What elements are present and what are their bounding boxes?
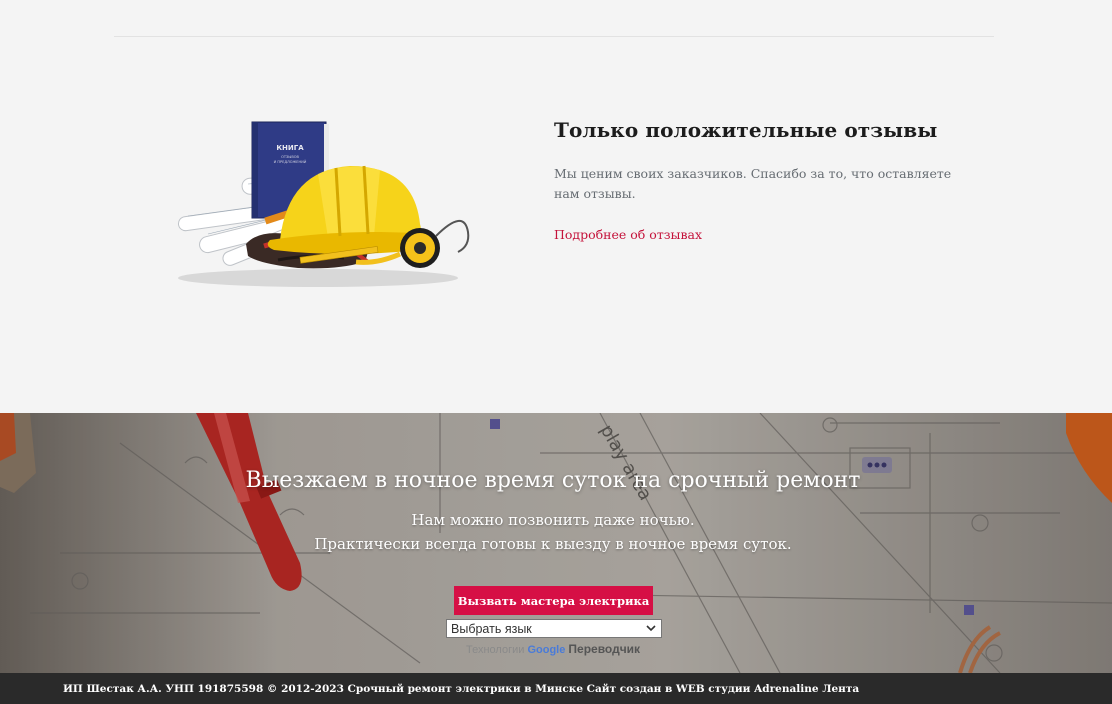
reviews-text: Мы ценим своих заказчиков. Спасибо за то… — [554, 166, 952, 201]
google-logo: Google — [527, 644, 566, 656]
footer-copyright: ИП Шестак А.А. УНП 191875598 © 2012-2023… — [63, 683, 860, 695]
night-service-section: play area Выезжаем в ночное время суток … — [0, 413, 1112, 673]
reviews-more-link[interactable]: Подробнее об отзывах — [554, 227, 702, 242]
call-electrician-button[interactable]: Вызвать мастера электрика — [454, 586, 653, 615]
translator-link[interactable]: Переводчик — [568, 642, 640, 656]
language-select-value: Выбрать язык — [451, 621, 532, 636]
google-translate-credit: Технологии Google Переводчик — [466, 642, 686, 656]
powered-prefix: Технологии — [466, 644, 525, 656]
night-text-line-1: Нам можно позвонить даже ночью. — [411, 511, 695, 529]
reviews-title: Только положительные отзывы — [554, 118, 938, 142]
book-subtitle-2: И ПРЕДЛОЖЕНИЙ — [274, 159, 307, 164]
reviews-section: КНИГА ОТЗЫВОВ И ПРЕДЛОЖЕНИЙ Только полож… — [0, 0, 1112, 413]
construction-illustration: КНИГА ОТЗЫВОВ И ПРЕДЛОЖЕНИЙ — [177, 121, 470, 287]
footer: ИП Шестак А.А. УНП 191875598 © 2012-2023… — [0, 673, 1112, 704]
night-text-line-2: Практически всегда готовы к выезду в ноч… — [314, 535, 792, 553]
language-select[interactable]: Выбрать язык — [446, 619, 662, 638]
book-subtitle-1: ОТЗЫВОВ — [281, 155, 299, 159]
book-title: КНИГА — [276, 144, 304, 152]
chevron-down-icon — [646, 625, 656, 632]
night-title: Выезжаем в ночное время суток на срочный… — [245, 468, 861, 493]
section-divider — [114, 36, 994, 37]
